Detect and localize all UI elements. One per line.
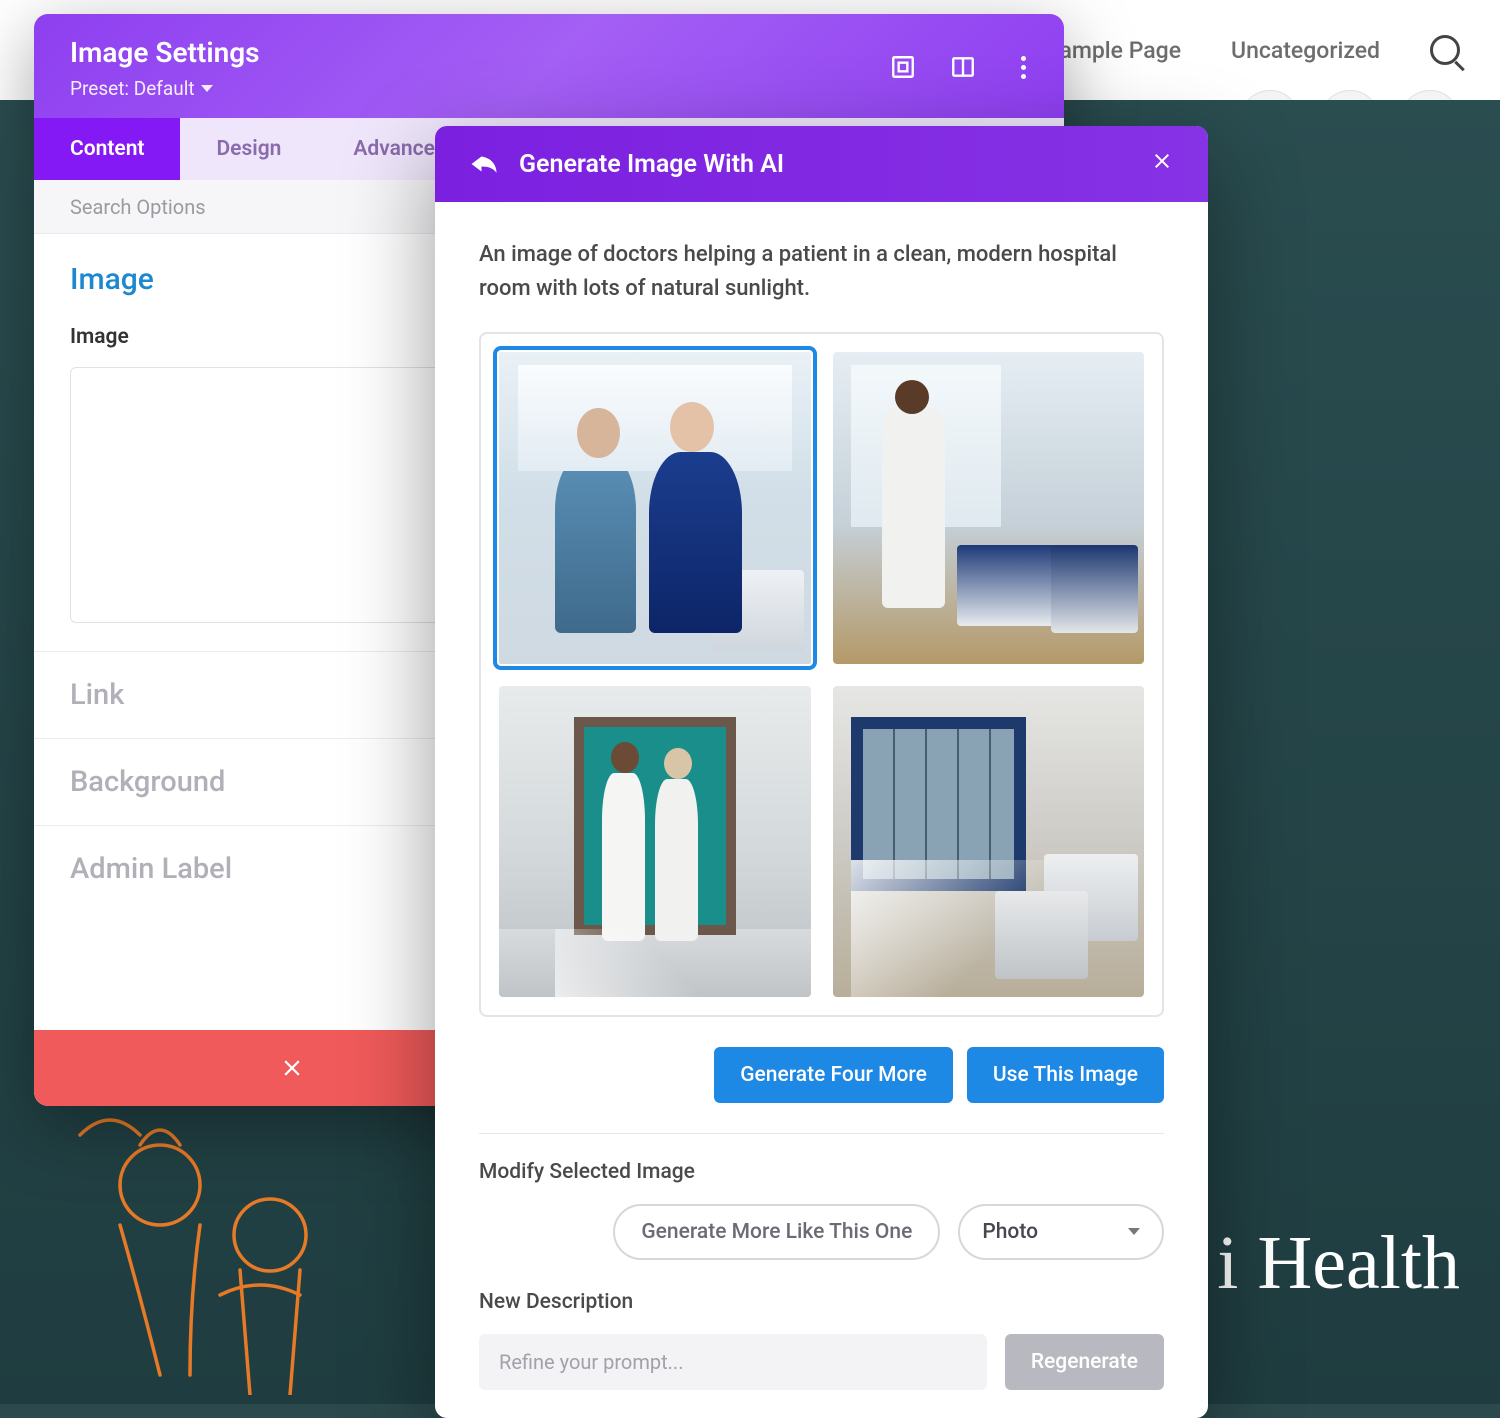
use-this-image-button[interactable]: Use This Image [967, 1047, 1164, 1103]
ai-modal-title: Generate Image With AI [519, 150, 1130, 179]
generated-image-1[interactable] [499, 352, 811, 664]
new-description-label: New Description [479, 1290, 1164, 1314]
nav-item[interactable]: Sample Page [1046, 37, 1182, 64]
modify-actions: Generate More Like This One Photo [479, 1204, 1164, 1260]
ai-modal-header: Generate Image With AI [435, 126, 1208, 202]
refine-row: Regenerate [479, 1334, 1164, 1390]
ai-modal-body: An image of doctors helping a patient in… [435, 202, 1208, 1418]
style-select[interactable]: Photo [958, 1204, 1164, 1260]
panel-header: Image Settings Preset: Default [34, 14, 1064, 118]
generated-image-4[interactable] [833, 686, 1145, 998]
columns-icon[interactable] [950, 54, 976, 80]
modify-heading: Modify Selected Image [479, 1160, 1164, 1184]
primary-actions: Generate Four More Use This Image [479, 1047, 1164, 1103]
expand-icon[interactable] [890, 54, 916, 80]
close-button[interactable] [1150, 149, 1174, 179]
tab-design[interactable]: Design [180, 118, 317, 180]
generated-image-3[interactable] [499, 686, 811, 998]
close-icon [279, 1055, 305, 1081]
close-icon [1150, 149, 1174, 173]
hero-heading: i Health [1217, 1220, 1460, 1307]
refine-prompt-input[interactable] [479, 1334, 987, 1390]
nav-item[interactable]: Uncategorized [1231, 37, 1380, 64]
divider [479, 1133, 1164, 1134]
panel-title: Image Settings [70, 36, 1028, 69]
regenerate-button[interactable]: Regenerate [1005, 1334, 1164, 1390]
tab-content[interactable]: Content [34, 118, 180, 180]
chevron-down-icon [201, 85, 213, 92]
generated-image-2[interactable] [833, 352, 1145, 664]
generate-four-more-button[interactable]: Generate Four More [714, 1047, 953, 1103]
generate-image-ai-modal: Generate Image With AI An image of docto… [435, 126, 1208, 1418]
thumbnails-container [479, 332, 1164, 1017]
hero-illustration [40, 1095, 400, 1395]
generate-more-like-button[interactable]: Generate More Like This One [613, 1204, 940, 1260]
prompt-description: An image of doctors helping a patient in… [479, 238, 1164, 306]
more-options-icon[interactable] [1010, 54, 1036, 80]
search-icon[interactable] [1430, 35, 1460, 65]
preset-selector[interactable]: Preset: Default [70, 77, 213, 100]
chevron-down-icon [1128, 1228, 1140, 1235]
back-arrow-icon[interactable] [469, 151, 499, 177]
